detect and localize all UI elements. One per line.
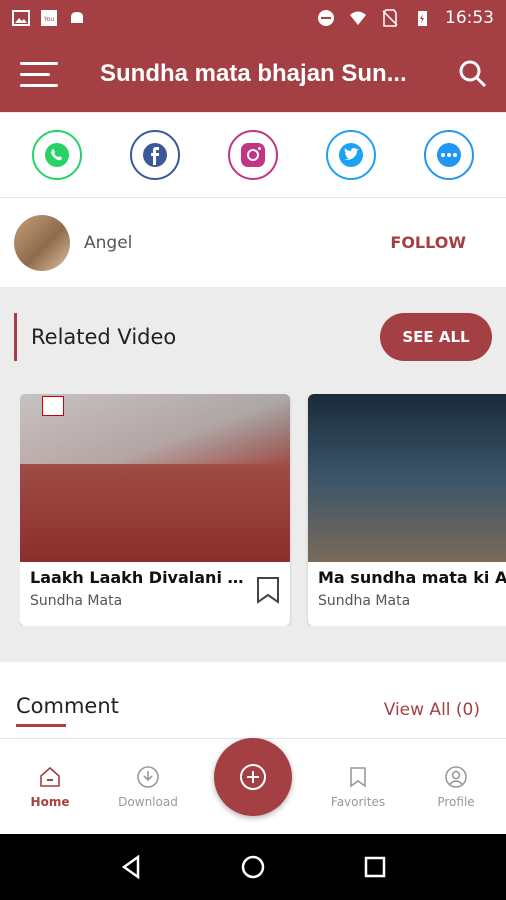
video-title[interactable]: Ma sundha mata ki Aa bbox=[318, 568, 506, 587]
instagram-icon[interactable] bbox=[228, 130, 278, 180]
author-row: Angel FOLLOW bbox=[0, 197, 506, 287]
bookmark-icon[interactable] bbox=[256, 576, 280, 604]
page-title: Sundha mata bhajan Sun... bbox=[100, 60, 407, 87]
do-not-disturb-icon bbox=[318, 10, 334, 26]
whatsapp-icon[interactable] bbox=[32, 130, 82, 180]
profile-icon bbox=[445, 766, 467, 788]
video-thumbnail[interactable] bbox=[308, 394, 506, 562]
video-title[interactable]: Laakh Laakh Divalani Aa... bbox=[30, 568, 252, 587]
nav-home-label: Home bbox=[30, 795, 70, 809]
nav-favorites[interactable]: Favorites bbox=[308, 739, 408, 835]
system-nav-bar bbox=[0, 834, 506, 900]
back-icon[interactable] bbox=[118, 854, 144, 880]
view-all-comments-link[interactable]: View All (0) bbox=[384, 700, 480, 720]
share-row bbox=[0, 113, 506, 197]
android-icon bbox=[71, 12, 83, 23]
search-icon[interactable] bbox=[440, 36, 506, 112]
menu-icon[interactable] bbox=[0, 36, 80, 112]
comment-title: Comment bbox=[16, 694, 119, 718]
nav-download[interactable]: Download bbox=[98, 739, 198, 835]
nav-download-label: Download bbox=[118, 795, 178, 809]
status-time: 16:53 bbox=[445, 8, 494, 28]
app-bar: Sundha mata bhajan Sun... bbox=[0, 36, 506, 112]
video-thumbnail[interactable] bbox=[20, 394, 290, 562]
download-icon bbox=[137, 766, 159, 788]
wifi-icon bbox=[350, 11, 366, 25]
more-icon[interactable] bbox=[424, 130, 474, 180]
image-icon bbox=[12, 10, 30, 26]
svg-text:You: You bbox=[43, 16, 55, 23]
channel-logo bbox=[42, 396, 64, 416]
no-sim-icon bbox=[382, 9, 398, 27]
nav-favorites-label: Favorites bbox=[330, 795, 386, 809]
related-video-title: Related Video bbox=[31, 325, 177, 349]
see-all-button[interactable]: SEE ALL bbox=[380, 313, 492, 361]
related-video-header: Related Video SEE ALL bbox=[14, 312, 492, 362]
video-channel: Sundha Mata bbox=[30, 593, 123, 609]
video-channel: Sundha Mata bbox=[318, 593, 411, 609]
twitter-icon[interactable] bbox=[326, 130, 376, 180]
recents-icon[interactable] bbox=[362, 854, 388, 880]
app-icon: You bbox=[41, 10, 57, 26]
nav-profile-label: Profile bbox=[437, 795, 475, 809]
nav-profile[interactable]: Profile bbox=[406, 739, 506, 835]
avatar[interactable] bbox=[14, 214, 70, 271]
video-card[interactable]: Ma sundha mata ki Aa Sundha Mata bbox=[308, 394, 506, 626]
comment-underline bbox=[16, 724, 66, 727]
follow-button[interactable]: FOLLOW bbox=[390, 233, 492, 252]
bookmark-icon bbox=[350, 767, 366, 788]
status-bar: You 16:53 bbox=[0, 0, 506, 36]
nav-home[interactable]: Home bbox=[0, 739, 100, 835]
home-circle-icon[interactable] bbox=[240, 854, 266, 880]
section-accent-bar bbox=[14, 313, 17, 361]
related-video-list[interactable]: Laakh Laakh Divalani Aa... Sundha Mata M… bbox=[20, 394, 506, 626]
author-name[interactable]: Angel bbox=[84, 233, 132, 253]
facebook-icon[interactable] bbox=[130, 130, 180, 180]
video-card[interactable]: Laakh Laakh Divalani Aa... Sundha Mata bbox=[20, 394, 290, 626]
add-icon bbox=[240, 764, 266, 790]
home-icon bbox=[40, 766, 60, 787]
add-button[interactable] bbox=[214, 738, 292, 816]
battery-charging-icon bbox=[418, 11, 427, 26]
